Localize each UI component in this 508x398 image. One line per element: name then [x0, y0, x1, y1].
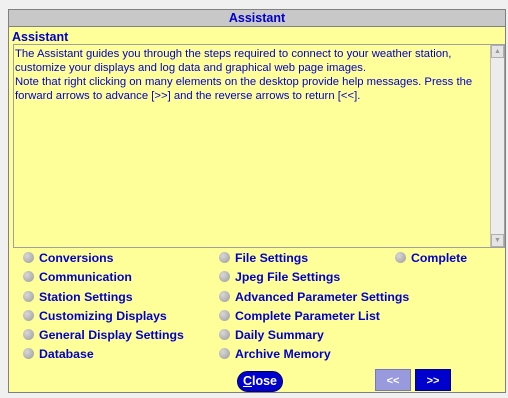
menu-item-label: File Settings: [235, 251, 309, 265]
bullet-icon: [219, 252, 230, 263]
menu-item-label: General Display Settings: [39, 328, 184, 342]
menu-item-label: Customizing Displays: [39, 309, 167, 323]
menu-item-label: Complete: [411, 251, 468, 265]
menu-item-daily-summary[interactable]: Daily Summary: [219, 327, 324, 343]
menu-item-complete-parameter-list[interactable]: Complete Parameter List: [219, 308, 380, 324]
bullet-icon: [219, 329, 230, 340]
bullet-icon: [23, 329, 34, 340]
back-button[interactable]: <<: [375, 369, 411, 391]
menu-item-advanced-parameter-settings[interactable]: Advanced Parameter Settings: [219, 289, 409, 305]
menu-item-label: Station Settings: [39, 290, 133, 304]
assistant-menu: Conversions Communication Station Settin…: [9, 10, 505, 392]
bullet-icon: [23, 291, 34, 302]
bullet-icon: [23, 310, 34, 321]
bullet-icon: [219, 271, 230, 282]
close-button-mnemonic: C: [242, 374, 252, 388]
menu-item-communication[interactable]: Communication: [23, 269, 132, 285]
menu-item-customizing-displays[interactable]: Customizing Displays: [23, 308, 167, 324]
menu-item-label: Daily Summary: [235, 328, 324, 342]
bullet-icon: [219, 291, 230, 302]
menu-item-label: Jpeg File Settings: [235, 270, 341, 284]
assistant-window: Assistant Assistant The Assistant guides…: [8, 9, 506, 393]
menu-item-label: Database: [39, 347, 94, 361]
close-button-label: lose: [252, 374, 278, 388]
bullet-icon: [23, 348, 34, 359]
bullet-icon: [219, 348, 230, 359]
menu-item-label: Conversions: [39, 251, 114, 265]
menu-item-label: Advanced Parameter Settings: [235, 290, 410, 304]
menu-item-general-display-settings[interactable]: General Display Settings: [23, 327, 184, 343]
close-button[interactable]: Close: [237, 371, 283, 392]
forward-button[interactable]: >>: [415, 369, 451, 391]
menu-item-label: Complete Parameter List: [235, 309, 380, 323]
menu-item-conversions[interactable]: Conversions: [23, 250, 113, 266]
menu-item-complete[interactable]: Complete: [395, 250, 467, 266]
menu-item-station-settings[interactable]: Station Settings: [23, 289, 133, 305]
menu-item-database[interactable]: Database: [23, 346, 94, 362]
bullet-icon: [23, 271, 34, 282]
bullet-icon: [23, 252, 34, 263]
bullet-icon: [219, 310, 230, 321]
menu-item-file-settings[interactable]: File Settings: [219, 250, 308, 266]
menu-item-label: Communication: [39, 270, 132, 284]
bullet-icon: [395, 252, 406, 263]
menu-item-label: Archive Memory: [235, 347, 331, 361]
menu-item-archive-memory[interactable]: Archive Memory: [219, 346, 331, 362]
menu-item-jpeg-file-settings[interactable]: Jpeg File Settings: [219, 269, 340, 285]
